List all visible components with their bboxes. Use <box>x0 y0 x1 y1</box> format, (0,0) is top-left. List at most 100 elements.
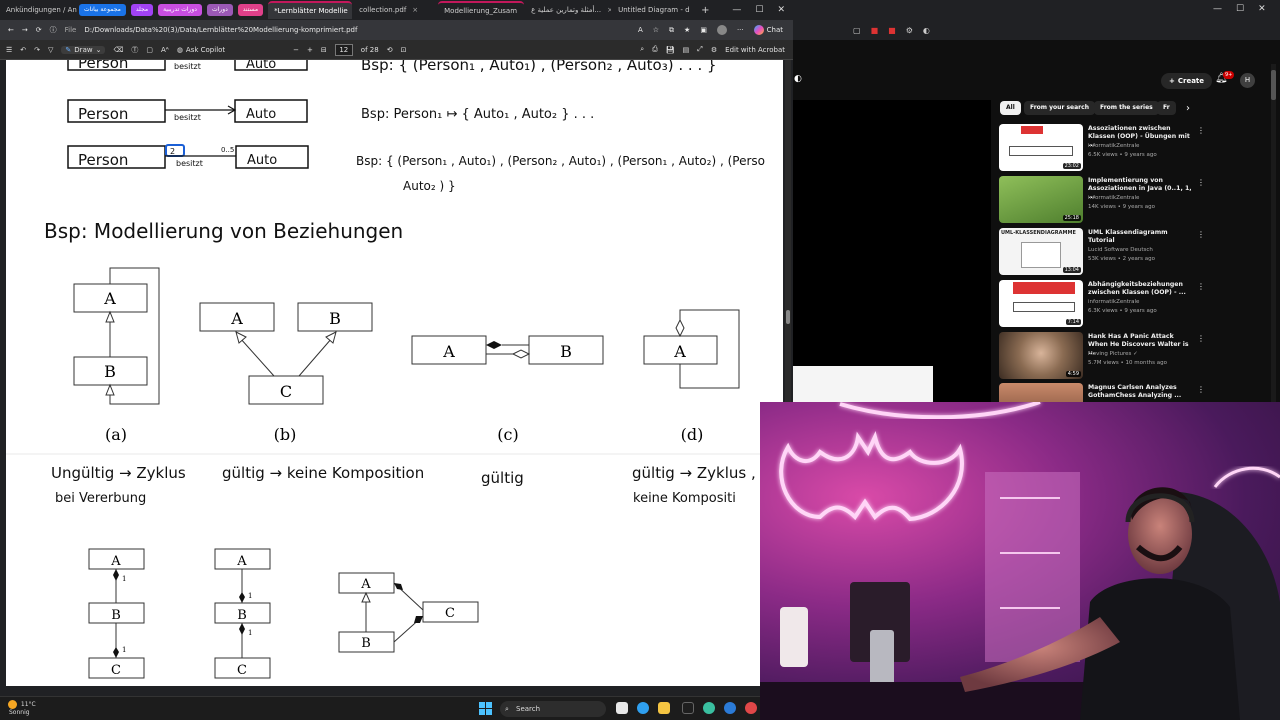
close-tab-icon[interactable]: × <box>412 6 418 14</box>
chip-more[interactable]: Fr <box>1157 101 1176 115</box>
pdf-page[interactable]: Person besitzt Auto Bsp: { (Person₁ , Au… <box>6 60 783 686</box>
flag-icon[interactable]: ■ <box>888 26 896 35</box>
extensions-icon[interactable]: ⧉ <box>669 26 674 35</box>
multiplicity: 1 <box>122 646 126 654</box>
reload-icon[interactable]: ⟳ <box>36 26 42 34</box>
close-window-icon[interactable]: ✕ <box>1258 4 1266 14</box>
favorite-icon[interactable]: ☆ <box>653 26 659 34</box>
save-icon[interactable]: 💾︎ <box>666 46 675 54</box>
video-player[interactable] <box>793 100 991 402</box>
video-channel: Lucid Software Deutsch <box>1088 247 1153 253</box>
settings-icon[interactable]: ⚙ <box>906 26 913 35</box>
favorites-icon[interactable]: ★ <box>684 26 690 34</box>
close-tab-icon[interactable]: × <box>523 7 524 15</box>
save-as-icon[interactable]: ▤ <box>683 46 690 54</box>
edit-with-acrobat-button[interactable]: Edit with Acrobat <box>725 46 793 54</box>
related-video[interactable]: 23:02 Assoziationen zwischen Klassen (OO… <box>999 124 1239 172</box>
edge-icon[interactable] <box>703 702 715 714</box>
more-vert-icon[interactable]: ⋮ <box>1197 334 1205 343</box>
more-vert-icon[interactable]: ⋮ <box>1197 230 1205 239</box>
related-video[interactable]: UML-KLASSENDIAGRAMME 13:04 UML Klassendi… <box>999 228 1239 276</box>
app-icon[interactable] <box>745 702 757 714</box>
rotate-icon[interactable]: ⟲ <box>387 46 393 54</box>
browser-tab[interactable]: collection.pdf × <box>353 1 437 19</box>
forward-icon[interactable]: → <box>22 26 28 34</box>
browser-tab[interactable]: Untitled Diagram - d × <box>612 1 696 19</box>
more-icon[interactable]: ··· <box>737 26 744 34</box>
zoom-in-button[interactable]: + <box>307 46 313 54</box>
more-vert-icon[interactable]: ⋮ <box>1197 385 1205 394</box>
more-vert-icon[interactable]: ⋮ <box>1197 178 1205 187</box>
maximize-icon[interactable]: ☐ <box>755 5 763 15</box>
zoom-out-button[interactable]: − <box>293 46 299 54</box>
task-view-icon[interactable] <box>616 702 628 714</box>
create-button[interactable]: + Create <box>1161 73 1213 89</box>
browser-tab-active[interactable]: *Lernblätter Modellie × <box>268 1 353 19</box>
collections-icon[interactable]: ▣ <box>700 26 707 34</box>
minimize-icon[interactable]: — <box>732 5 741 15</box>
related-video[interactable]: 7:14 Abhängigkeitsbeziehungen zwischen K… <box>999 280 1239 328</box>
mic-icon[interactable]: ◐ <box>794 74 802 84</box>
print-icon[interactable]: ⎙ <box>652 45 658 54</box>
close-tab-icon[interactable]: × <box>696 6 697 14</box>
bookmark-pill[interactable]: مجلد <box>130 4 154 16</box>
taskbar-search[interactable]: ⌕ Search <box>500 701 606 717</box>
two-page-icon[interactable]: ⊡ <box>401 46 407 54</box>
ask-copilot-button[interactable]: ◍ Ask Copilot <box>177 46 225 54</box>
more-vert-icon[interactable]: ⋮ <box>1197 282 1205 291</box>
search-icon[interactable]: ⌕ <box>640 45 644 54</box>
chevron-right-icon[interactable]: › <box>1186 103 1190 114</box>
weather-widget[interactable]: 11°C Sonnig <box>8 700 36 717</box>
chip-from-the-series[interactable]: From the series <box>1094 101 1159 115</box>
tab-icon[interactable]: ▢ <box>853 26 861 35</box>
browser-tab[interactable]: Modellierung_Zusam × <box>438 1 525 19</box>
profile-icon[interactable]: ◐ <box>923 26 930 35</box>
copilot-chat-button[interactable]: Chat <box>753 25 783 35</box>
contents-icon[interactable]: ☰ <box>6 46 12 54</box>
back-icon[interactable]: ← <box>8 26 14 34</box>
text-icon[interactable]: Ⓣ <box>131 45 138 55</box>
bookmark-pill[interactable]: دورات تدريبية <box>158 4 202 16</box>
related-video[interactable]: 25:18 Implementierung von Assoziationen … <box>999 176 1239 224</box>
page-number-input[interactable]: 12 <box>334 43 353 56</box>
url-field[interactable]: D:/Downloads/Data%20(3)/Data/Lernblätter… <box>84 26 357 34</box>
close-tab-icon[interactable]: × <box>607 6 611 14</box>
undo-icon[interactable]: ↶ <box>20 46 26 54</box>
page-view-icon[interactable]: ▢ <box>146 46 153 54</box>
highlight-icon[interactable]: ▽ <box>48 46 53 54</box>
close-window-icon[interactable]: ✕ <box>777 5 785 15</box>
bookmark-pill[interactable]: دورات <box>206 4 233 16</box>
chip-all[interactable]: All <box>1000 101 1021 115</box>
bookmark-pill[interactable]: مجموعة بيانات <box>79 4 126 16</box>
read-aloud-icon[interactable]: Aᴬ <box>161 46 169 54</box>
scrollbar-thumb[interactable] <box>786 310 790 324</box>
scrollbar-thumb[interactable] <box>1271 70 1276 100</box>
browser-tab[interactable]: أمثلة وتمارين عملية ع... × <box>525 1 611 19</box>
flag-icon[interactable]: ■ <box>871 26 879 35</box>
page-scrollbar[interactable] <box>1271 64 1276 402</box>
related-video[interactable]: Magnus Carlsen Analyzes GothamChess Anal… <box>999 383 1239 402</box>
info-icon[interactable]: ⓘ <box>50 25 57 35</box>
fit-page-icon[interactable]: ⊟ <box>321 46 327 54</box>
profile-icon[interactable] <box>716 25 727 35</box>
settings-icon[interactable]: ⚙ <box>711 46 717 54</box>
avatar[interactable]: H <box>1240 73 1255 88</box>
redo-icon[interactable]: ↷ <box>34 46 40 54</box>
related-video[interactable]: 4:59 Hank Has A Panic Attack When He Dis… <box>999 332 1239 380</box>
chip-from-your-search[interactable]: From your search <box>1024 101 1095 115</box>
draw-button[interactable]: ✎ Draw ⌄ <box>61 45 106 54</box>
chrome-icon[interactable] <box>637 702 649 714</box>
windows-start-icon[interactable] <box>479 702 492 715</box>
app-icon[interactable] <box>724 702 736 714</box>
more-vert-icon[interactable]: ⋮ <box>1197 126 1205 135</box>
eraser-icon[interactable]: ⌫ <box>113 46 123 54</box>
terminal-icon[interactable] <box>682 702 694 714</box>
fullscreen-icon[interactable]: ⤢ <box>697 45 703 54</box>
maximize-icon[interactable]: ☐ <box>1236 4 1244 14</box>
new-tab-icon[interactable]: + <box>701 5 709 16</box>
minimize-icon[interactable]: — <box>1213 4 1222 14</box>
bookmark-pill[interactable]: مستند <box>237 4 264 16</box>
browser-tab[interactable]: Ankündigungen / An × <box>0 1 78 19</box>
read-aloud-icon[interactable]: A <box>638 26 643 34</box>
file-explorer-icon[interactable] <box>658 702 670 714</box>
